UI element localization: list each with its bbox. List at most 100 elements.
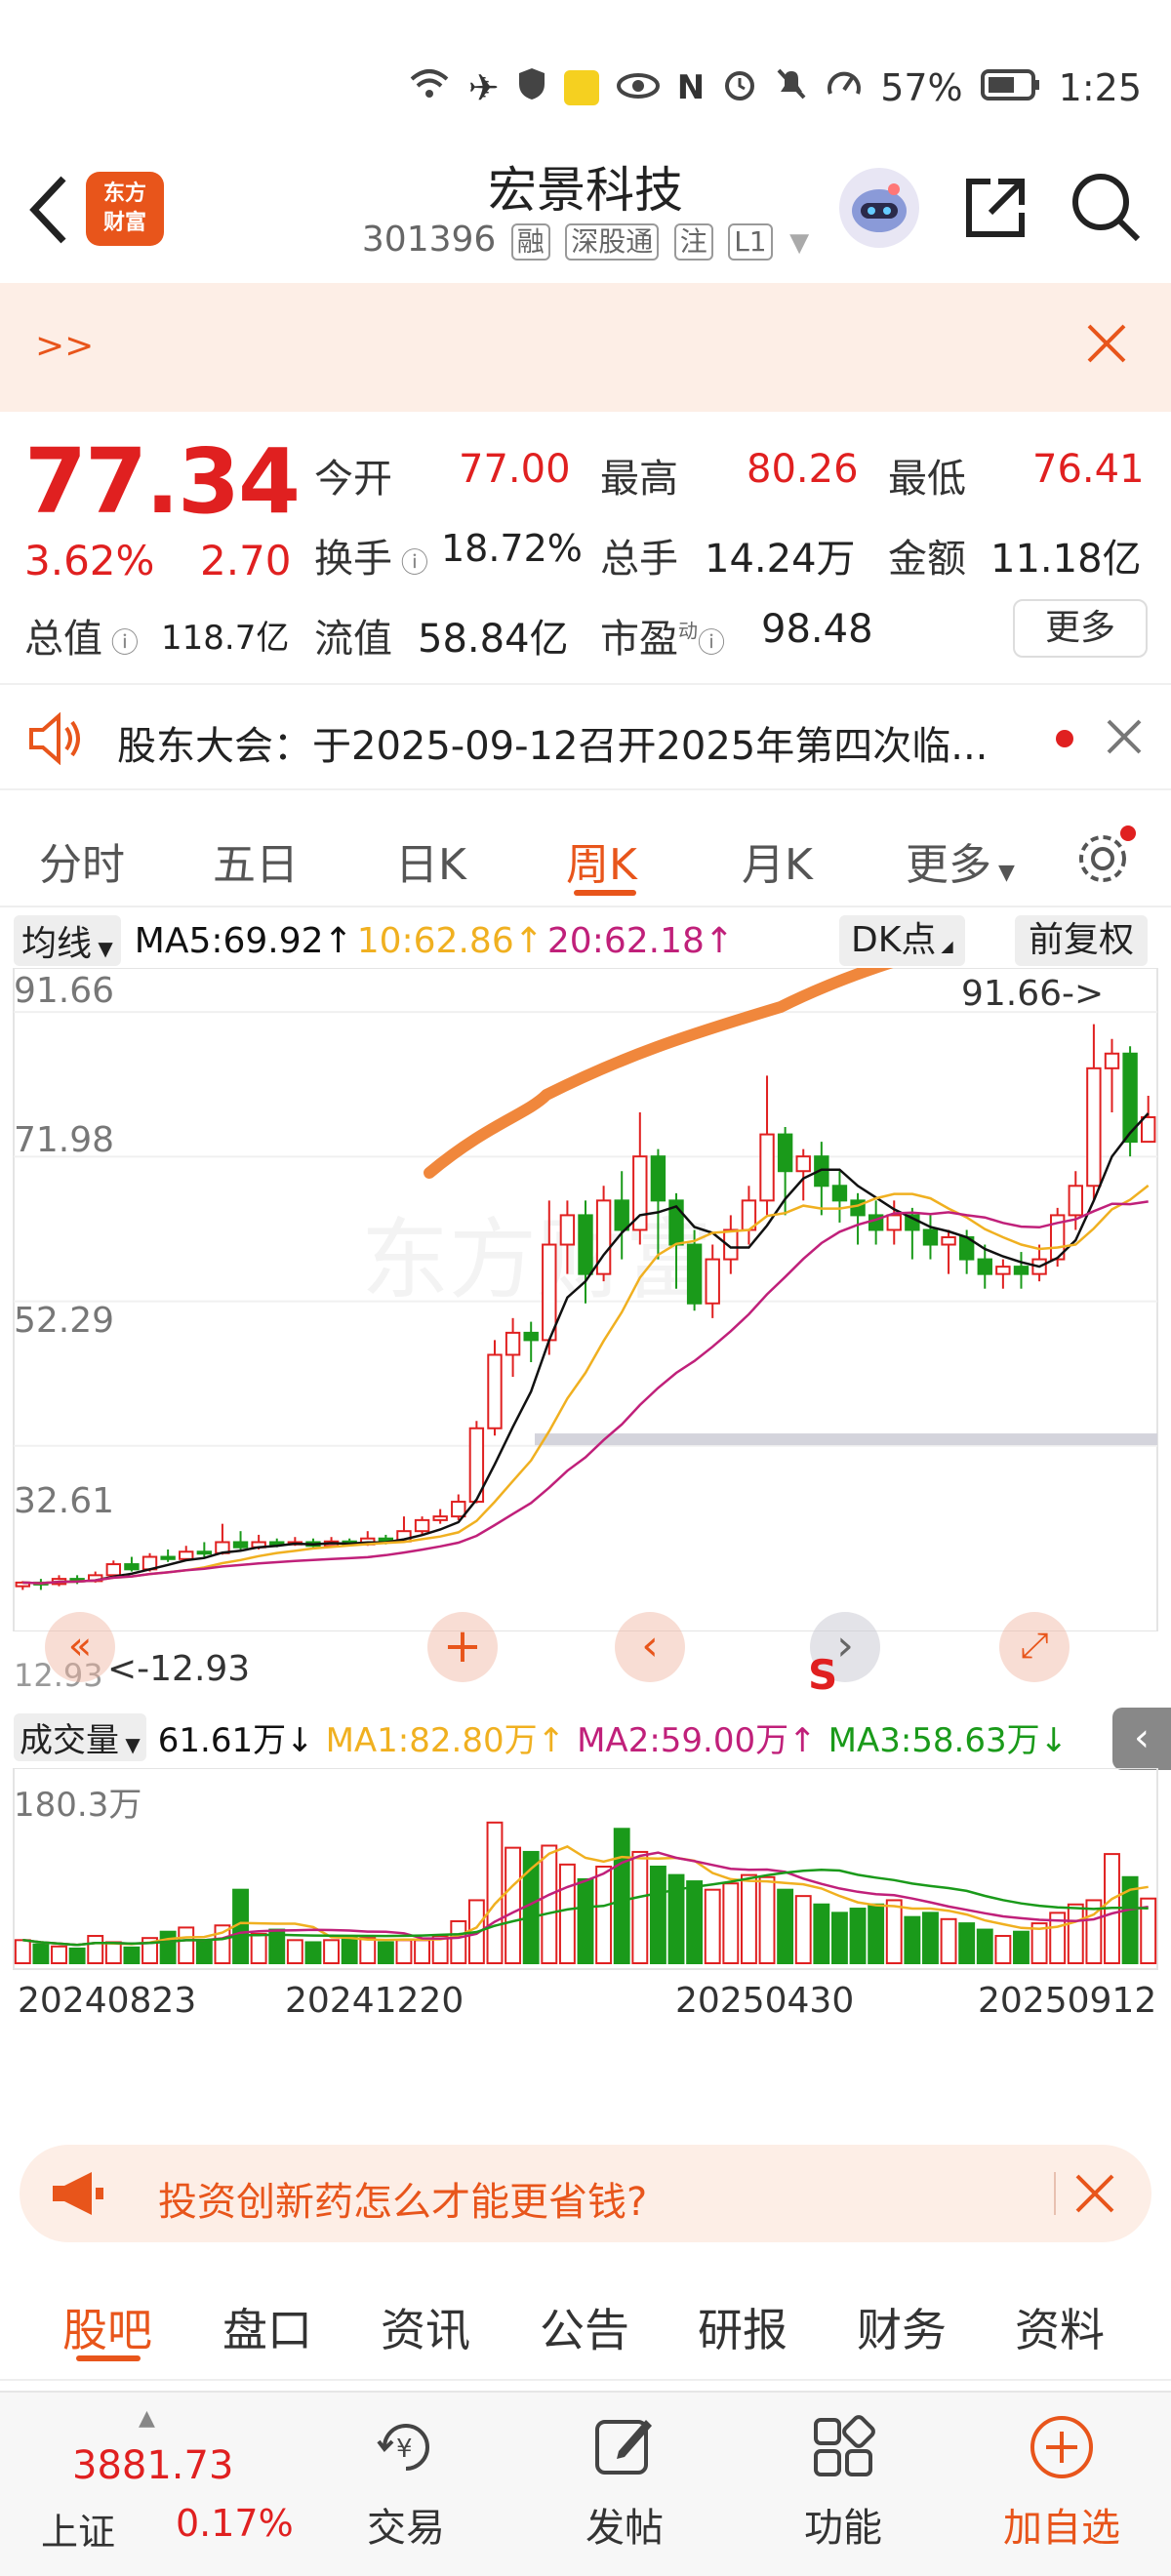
tab-research[interactable]: 研报 xyxy=(698,2295,787,2359)
pe-label: 市盈动ⓘ xyxy=(600,607,725,664)
nav-function[interactable]: 功能 xyxy=(746,2412,941,2553)
candle-body xyxy=(1068,1185,1083,1217)
indicator-select-label: 均线 xyxy=(21,924,93,964)
volume-axis-label: 180.3万 xyxy=(14,1786,142,1825)
watermark: 东方财富 xyxy=(361,1209,712,1311)
candle-body xyxy=(451,1501,466,1518)
active-tab-indicator xyxy=(574,890,636,896)
megaphone-icon xyxy=(49,2170,107,2221)
tab-financials[interactable]: 财务 xyxy=(857,2295,947,2359)
date-label: 20250912 xyxy=(978,1981,1157,2021)
tab-more[interactable]: 更多 ▼ xyxy=(906,829,1015,892)
more-button[interactable]: 更多 xyxy=(1013,599,1148,658)
volume-bar xyxy=(1013,1930,1030,1964)
price-axis-label: 91.66 xyxy=(14,971,115,1011)
candle-body xyxy=(795,1155,811,1173)
nav-add-label: 加自选 xyxy=(1003,2506,1120,2551)
volume-bar xyxy=(450,1919,467,1964)
speaker-icon xyxy=(27,711,86,769)
notice-bar[interactable]: 股东大会：于2025-09-12召开2025年第四次临... xyxy=(0,683,1171,790)
adjust-select[interactable]: 前复权 xyxy=(1015,915,1149,966)
sell-signal: S xyxy=(808,1651,838,1699)
collapse-panel-button[interactable]: ‹ xyxy=(1112,1708,1171,1770)
nav-function-label: 功能 xyxy=(804,2506,882,2551)
dk-point-select[interactable]: DK点 ◢ xyxy=(839,915,965,966)
share-icon[interactable] xyxy=(961,174,1030,246)
robot-avatar-button[interactable] xyxy=(839,168,919,248)
candle-body xyxy=(1141,1115,1156,1144)
kline-chart[interactable]: 均线 ▼ MA5:69.92↑ 10:62.86↑ 20:62.18↑ DK点 … xyxy=(0,907,1171,2242)
zoom-in-button[interactable]: + xyxy=(427,1612,498,1682)
volume-ma2: MA2:59.00万↑ xyxy=(577,1720,817,1760)
tab-forum[interactable]: 股吧 xyxy=(62,2295,152,2359)
index-widget[interactable]: ▲ 3881.73 上证 0.17% xyxy=(29,2406,303,2558)
tab-five-day[interactable]: 五日 xyxy=(213,829,299,892)
candle-body xyxy=(196,1550,213,1555)
ad-close-icon[interactable] xyxy=(1073,2172,1116,2219)
change-value: 2.70 xyxy=(200,537,292,584)
settings-icon[interactable] xyxy=(1073,824,1138,892)
prev-button[interactable]: ‹ xyxy=(615,1612,685,1682)
candle-body xyxy=(650,1155,666,1202)
candle-body xyxy=(559,1214,576,1246)
candle-body xyxy=(179,1550,194,1560)
ma-header: 均线 ▼ MA5:69.92↑ 10:62.86↑ 20:62.18↑ xyxy=(14,913,734,968)
notice-text: 股东大会：于2025-09-12召开2025年第四次临... xyxy=(117,724,989,769)
airplane-icon: ✈ xyxy=(467,66,500,109)
notice-close-icon[interactable] xyxy=(1106,718,1143,759)
pe-superscript: 动 xyxy=(678,619,698,643)
tab-weekly-k[interactable]: 周K xyxy=(566,829,637,892)
info-icon[interactable]: ⓘ xyxy=(392,546,428,579)
scroll-left-button[interactable]: « xyxy=(45,1612,115,1682)
tab-news[interactable]: 资讯 xyxy=(381,2295,470,2359)
search-icon[interactable] xyxy=(1070,171,1142,247)
volume-bar xyxy=(359,1937,377,1965)
ad-bar[interactable]: 投资创新药怎么才能更省钱? xyxy=(20,2145,1151,2242)
nav-trade[interactable]: ¥ 交易 xyxy=(308,2412,504,2553)
dk-point-label: DK点 xyxy=(851,920,937,960)
status-bar: ✈ N 57% 1:25 xyxy=(408,49,1142,127)
info-icon[interactable]: ⓘ xyxy=(102,626,139,659)
date-label: 20240823 xyxy=(18,1981,197,2021)
candle-body xyxy=(995,1266,1011,1275)
nav-add-watchlist[interactable]: 加自选 xyxy=(964,2412,1159,2553)
volume-bar xyxy=(304,1941,322,1965)
tab-intraday[interactable]: 分时 xyxy=(39,829,125,892)
volume-current: 61.61万↓ xyxy=(157,1720,314,1760)
volume-bar xyxy=(686,1880,704,1964)
open-label: 今开 xyxy=(314,457,392,502)
info-icon[interactable]: ⓘ xyxy=(698,626,725,659)
price-axis-label: 71.98 xyxy=(14,1120,115,1160)
promo-text: >> xyxy=(35,326,95,366)
nav-post[interactable]: 发帖 xyxy=(527,2412,722,2553)
trade-icon: ¥ xyxy=(377,2424,429,2471)
svg-text:¥: ¥ xyxy=(396,2435,413,2464)
candle-body xyxy=(160,1555,176,1560)
unread-dot xyxy=(1056,730,1073,747)
volume-bar xyxy=(976,1928,993,1964)
tag-connect: 深股通 xyxy=(565,223,660,261)
volume-indicator-select[interactable]: 成交量 ▼ xyxy=(14,1712,146,1761)
candle-body xyxy=(414,1518,430,1533)
volume-bar xyxy=(994,1935,1012,1964)
volume-bar xyxy=(68,1947,86,1965)
ma5-line xyxy=(22,1112,1150,1585)
volume-bar xyxy=(958,1922,976,1965)
candle-body xyxy=(777,1133,793,1173)
mute-icon xyxy=(775,66,808,110)
tab-monthly-k[interactable]: 月K xyxy=(742,829,813,892)
price-axis-label: 32.61 xyxy=(14,1481,115,1521)
alarm-icon xyxy=(722,66,757,110)
tab-profile[interactable]: 资料 xyxy=(1015,2295,1105,2359)
add-circle-icon xyxy=(1030,2416,1093,2478)
fullscreen-button[interactable]: ⤢ xyxy=(999,1612,1070,1682)
candle-body xyxy=(523,1331,539,1342)
tab-orderbook[interactable]: 盘口 xyxy=(222,2295,312,2359)
tab-daily-k[interactable]: 日K xyxy=(395,829,466,892)
promo-close-icon[interactable] xyxy=(1085,322,1128,369)
volume-bar xyxy=(868,1903,885,1965)
indicator-select[interactable]: 均线 ▼ xyxy=(14,915,121,966)
promo-bar[interactable]: >> xyxy=(0,283,1171,412)
tag-level: L1 xyxy=(728,223,773,261)
tab-announcements[interactable]: 公告 xyxy=(540,2295,629,2359)
